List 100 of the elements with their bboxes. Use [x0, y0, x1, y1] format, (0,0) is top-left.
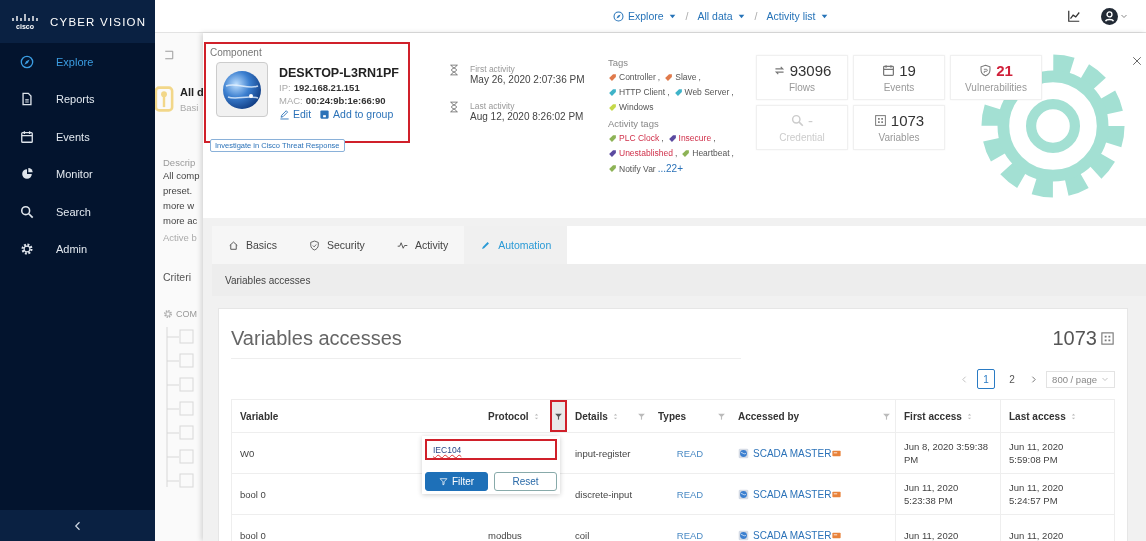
add-to-group-link[interactable]: Add to group [319, 108, 394, 120]
nav-item[interactable]: Explore [0, 43, 155, 81]
tag-separator: , [698, 72, 701, 82]
page-button[interactable]: 2 [1003, 369, 1022, 389]
page-size-select[interactable]: 800 / page [1046, 370, 1115, 388]
tag-separator: , [674, 148, 678, 158]
nav-item[interactable]: Admin [0, 230, 155, 268]
stat-value: 21 [996, 62, 1013, 79]
tab[interactable]: Basics [212, 226, 293, 264]
nav-item[interactable]: Events [0, 118, 155, 156]
stat-card[interactable]: 21 Vulnerabilities [950, 55, 1042, 100]
table-cell: READ [676, 446, 704, 460]
user-menu[interactable] [1101, 7, 1128, 25]
tab[interactable]: Security [292, 226, 381, 264]
reset-button[interactable]: Reset [494, 472, 557, 491]
section-title: Variables accesses [225, 274, 311, 286]
table-cell-text: Jun 11, 2020 5:59:08 PM [1009, 440, 1065, 466]
tag-label: Notify Var [619, 163, 656, 174]
stat-card[interactable]: 93096 Flows [756, 55, 848, 100]
table-cell: bool 0 [240, 487, 266, 501]
component-heading: Component [210, 47, 263, 58]
breadcrumb-link[interactable]: Explore [613, 10, 677, 22]
table-cell: READ [676, 528, 704, 541]
stat-value: 93096 [789, 62, 832, 79]
device-link[interactable]: SCADA MASTER [738, 487, 832, 501]
tag-separator: , [713, 133, 716, 143]
tag-label: HTTP Client [619, 87, 666, 97]
hourglass-icon [448, 64, 460, 76]
column-header[interactable]: Accessed by [730, 400, 895, 432]
breadcrumb-link[interactable]: Activity list [766, 10, 829, 22]
activity-label: Last activity [470, 101, 516, 111]
column-header[interactable]: First access [895, 400, 1000, 432]
close-button[interactable] [1131, 55, 1143, 67]
table-cell: bool 0 [240, 528, 266, 541]
card-title: Variables accesses [231, 327, 403, 350]
tag-separator: , [661, 133, 664, 143]
tag-separator: , [731, 87, 734, 97]
collapse-button[interactable] [0, 510, 155, 541]
table-cell: modbus [488, 528, 522, 541]
gauge-icon [20, 167, 34, 182]
stat-card[interactable]: 19 Events [853, 55, 945, 100]
calendar-icon [882, 64, 896, 77]
hourglass-icon [448, 101, 460, 113]
chevron-right-icon [1029, 374, 1039, 384]
filter-button[interactable] [550, 400, 567, 432]
computer-icon [738, 488, 749, 500]
grid-icon [873, 114, 887, 127]
tab[interactable]: Activity [380, 226, 465, 264]
column-header[interactable]: Types [650, 400, 730, 432]
mac-label: MAC: [279, 95, 303, 106]
table-cell: Jun 11, 2020 [1009, 528, 1064, 541]
filter-apply-button[interactable]: Filter [425, 472, 488, 491]
tag-label: Unestablished [619, 148, 673, 158]
stat-card[interactable]: 1073 Variables [853, 105, 945, 150]
device-link[interactable]: SCADA MASTER [738, 528, 832, 541]
stat-label: Variables [878, 132, 920, 143]
column-header[interactable]: Last access [1000, 400, 1116, 432]
chevron-down-icon [1101, 375, 1109, 383]
edit-link[interactable]: Edit [279, 108, 312, 120]
criteria-heading: Criteri [163, 271, 192, 283]
nav-item[interactable]: Monitor [0, 155, 155, 193]
compass-icon [613, 10, 624, 22]
activity-time: May 26, 2020 2:07:36 PM [470, 74, 585, 85]
description-label: Descrip [163, 157, 197, 168]
settings-icon [163, 309, 173, 319]
filter-icon [882, 411, 891, 421]
filter-input[interactable]: IEC104 [425, 439, 557, 460]
nav-item[interactable]: Reports [0, 80, 155, 118]
home-icon [228, 239, 239, 251]
activity-label: First activity [470, 64, 516, 74]
description-text: preset. [163, 184, 194, 198]
breadcrumb-separator: / [685, 10, 689, 22]
tag-label: PLC Clock [619, 133, 660, 143]
breadcrumb-separator: / [754, 10, 758, 22]
page-button[interactable]: 1 [977, 369, 996, 389]
panel-title: All d [180, 85, 203, 98]
column-header[interactable]: Protocol [480, 400, 567, 432]
pulse-icon [396, 239, 408, 251]
more-tags-link[interactable]: ...22+ [657, 163, 683, 174]
brand-name: CYBER VISION [50, 15, 147, 28]
breadcrumb-link[interactable]: All data [697, 10, 746, 22]
column-header[interactable]: Details [567, 400, 650, 432]
chevron-down-icon [1120, 12, 1128, 20]
stat-label: Events [883, 82, 915, 93]
panel-subtitle: Basi [180, 101, 200, 113]
tags-heading: Activity tags [608, 118, 660, 129]
chart-icon [1067, 9, 1081, 23]
tag-label: Heartbeat [692, 148, 730, 158]
column-header[interactable]: Variable [232, 400, 480, 432]
table-cell: input-register [575, 446, 631, 460]
tags-heading: Tags [608, 57, 630, 68]
nav-item[interactable]: Search [0, 193, 155, 231]
document-icon [20, 92, 34, 107]
variable-count: 1073 [1052, 326, 1097, 350]
device-name: DESKTOP-L3RN1PF [279, 66, 399, 80]
device-link[interactable]: SCADA MASTER [738, 446, 832, 460]
table-cell: Jun 11, 2020 [904, 528, 959, 541]
tree-root: COM [176, 309, 197, 319]
stat-value: 19 [899, 62, 916, 79]
pencil-icon [279, 108, 290, 120]
